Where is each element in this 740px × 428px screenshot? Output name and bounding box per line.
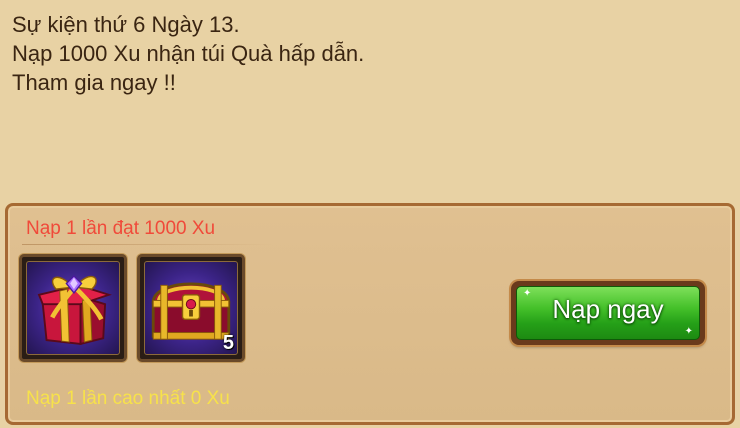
reward-slot-chest[interactable]: 5 — [137, 254, 245, 362]
event-description: Sự kiện thứ 6 Ngày 13. Nạp 1000 Xu nhận … — [12, 10, 364, 97]
reward-quantity: 5 — [222, 332, 234, 354]
gift-box-icon — [37, 274, 112, 346]
event-line-cta: Tham gia ngay !! — [12, 70, 176, 95]
event-line-offer: Nạp 1000 Xu nhận túi Quà hấp dẫn. — [12, 41, 365, 66]
requirement-text: Nạp 1 lần đạt 1000 Xu — [26, 218, 216, 239]
topup-now-button[interactable]: ✦ ✦ Nạp ngay — [511, 281, 705, 345]
topup-now-label: Nạp ngay — [552, 294, 664, 324]
sparkle-icon: ✦ — [684, 326, 693, 337]
divider — [22, 244, 272, 245]
best-topup-text: Nạp 1 lần cao nhất 0 Xu — [26, 388, 230, 409]
reward-panel: Nạp 1 lần đạt 1000 Xu 5 ✦ ✦ Nạp ngay Nạp… — [5, 203, 735, 425]
event-line-title: Sự kiện thứ 6 Ngày 13. — [12, 12, 240, 37]
reward-slot-gift[interactable] — [19, 254, 127, 362]
